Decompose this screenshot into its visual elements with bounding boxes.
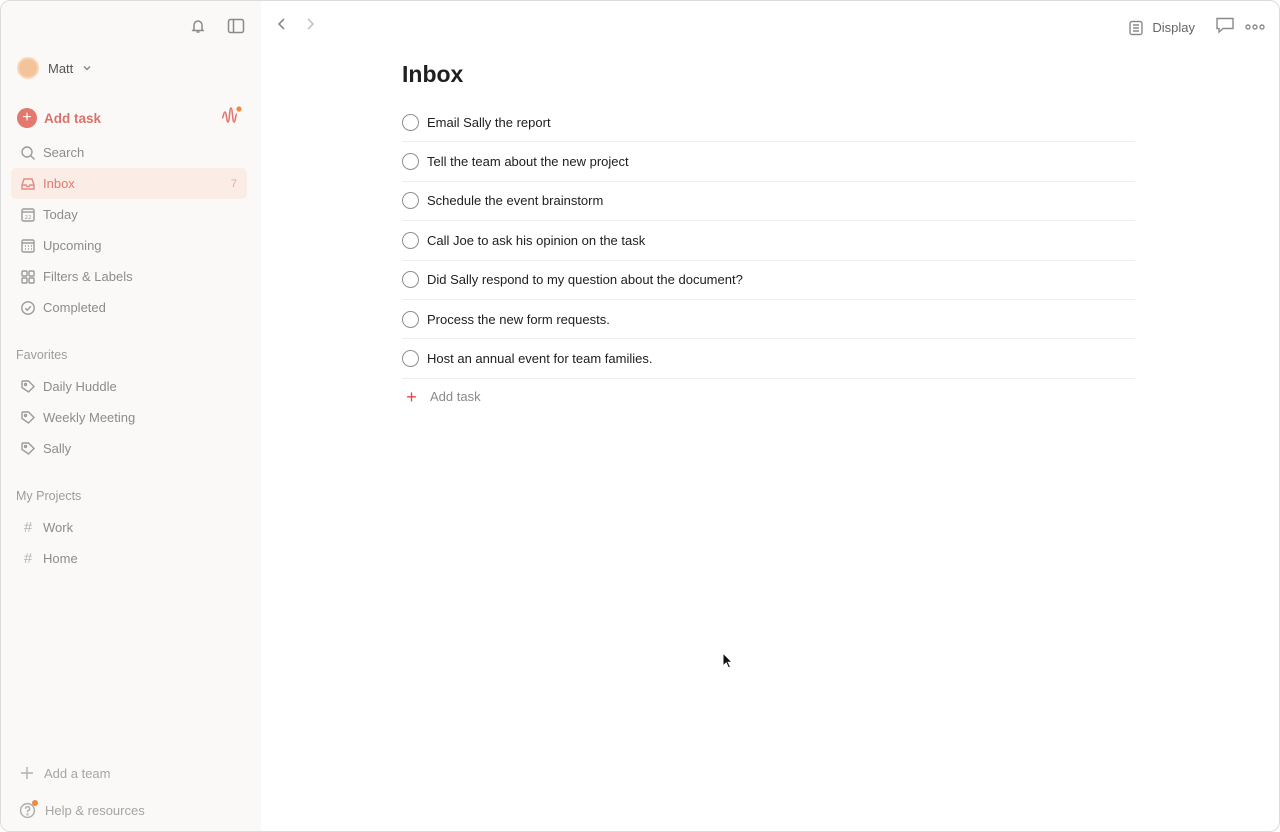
notification-dot xyxy=(32,800,38,806)
forward-arrow-icon[interactable] xyxy=(303,16,317,37)
task-item[interactable]: Host an annual event for team families. xyxy=(402,339,1135,379)
today-day-number: 22 xyxy=(25,215,32,221)
app-window: Matt + Add task Search Inbox 7 22 Today … xyxy=(0,0,1280,832)
favorite-item-weekly-meeting[interactable]: Weekly Meeting xyxy=(11,402,247,433)
task-title[interactable]: Tell the team about the new project xyxy=(427,154,629,169)
favorite-label: Sally xyxy=(43,441,72,456)
my-projects-title[interactable]: My Projects xyxy=(16,489,81,503)
task-checkbox[interactable] xyxy=(402,192,419,210)
sidebar-item-label: Search xyxy=(43,145,85,160)
task-item[interactable]: Did Sally respond to my question about t… xyxy=(402,261,1135,300)
favorite-item-sally[interactable]: Sally xyxy=(11,433,247,464)
sidebar-nav: Search Inbox 7 22 Today Upcoming Filters… xyxy=(11,137,247,323)
task-item[interactable]: Tell the team about the new project xyxy=(402,142,1135,182)
toggle-sidebar-icon[interactable] xyxy=(225,15,247,37)
tag-icon xyxy=(19,440,37,458)
favorites-title[interactable]: Favorites xyxy=(16,348,67,362)
task-item[interactable]: Email Sally the report xyxy=(402,103,1135,143)
hash-icon: # xyxy=(23,519,33,536)
task-checkbox[interactable] xyxy=(402,271,419,289)
favorites-list: Daily Huddle Weekly Meeting Sally xyxy=(11,371,247,464)
user-name: Matt xyxy=(48,60,74,76)
display-label: Display xyxy=(1152,20,1195,35)
task-list: Email Sally the report Tell the team abo… xyxy=(402,103,1135,415)
filters-icon xyxy=(19,268,37,286)
task-item[interactable]: Process the new form requests. xyxy=(402,300,1135,340)
mouse-cursor-icon xyxy=(722,652,734,669)
task-title[interactable]: Schedule the event brainstorm xyxy=(427,193,603,208)
projects-list: # Work # Home xyxy=(11,512,247,574)
comments-button[interactable] xyxy=(1215,16,1235,39)
back-arrow-icon[interactable] xyxy=(275,16,289,37)
add-team-button[interactable]: Add a team xyxy=(19,765,111,781)
activity-icon[interactable] xyxy=(219,105,243,129)
main-content: Display Inbox Email Sally the report Tel… xyxy=(261,1,1279,831)
sidebar-add-task-button[interactable]: + Add task xyxy=(17,105,245,131)
task-checkbox[interactable] xyxy=(402,310,419,328)
task-item[interactable]: Call Joe to ask his opinion on the task xyxy=(402,221,1135,261)
sidebar-item-label: Filters & Labels xyxy=(43,269,133,284)
task-title[interactable]: Email Sally the report xyxy=(427,115,551,130)
add-task-label: Add task xyxy=(430,389,481,405)
calendar-today-icon: 22 xyxy=(19,206,37,224)
help-label: Help & resources xyxy=(45,803,145,818)
task-checkbox[interactable] xyxy=(402,350,419,368)
calendar-grid-icon xyxy=(19,237,37,255)
inbox-icon xyxy=(19,175,37,193)
sidebar-item-filters-labels[interactable]: Filters & Labels xyxy=(11,261,247,292)
tag-icon xyxy=(19,378,37,396)
sidebar-item-label: Today xyxy=(43,207,78,222)
task-item[interactable]: Schedule the event brainstorm xyxy=(402,182,1135,222)
plus-icon xyxy=(21,767,33,779)
search-icon xyxy=(19,144,37,162)
display-icon xyxy=(1129,20,1144,35)
add-task-label: Add task xyxy=(44,110,102,126)
project-label: Home xyxy=(43,551,78,566)
task-title[interactable]: Did Sally respond to my question about t… xyxy=(427,272,743,287)
sidebar-item-label: Inbox xyxy=(43,176,75,191)
comment-icon xyxy=(1216,17,1234,34)
task-title[interactable]: Call Joe to ask his opinion on the task xyxy=(427,233,645,248)
history-nav xyxy=(275,16,317,37)
hash-icon: # xyxy=(23,550,33,567)
task-checkbox[interactable] xyxy=(402,231,419,249)
sidebar-item-search[interactable]: Search xyxy=(11,137,247,168)
display-button[interactable]: Display xyxy=(1128,20,1195,36)
favorite-label: Daily Huddle xyxy=(43,379,117,394)
task-title[interactable]: Host an annual event for team families. xyxy=(427,351,652,366)
project-item-work[interactable]: # Work xyxy=(11,512,247,543)
sidebar: Matt + Add task Search Inbox 7 22 Today … xyxy=(1,1,261,831)
notifications-bell-icon[interactable] xyxy=(187,15,209,37)
sidebar-item-upcoming[interactable]: Upcoming xyxy=(11,230,247,261)
more-options-button[interactable] xyxy=(1245,19,1265,37)
page-title: Inbox xyxy=(402,61,464,87)
sidebar-top-icons xyxy=(187,15,247,37)
favorite-item-daily-huddle[interactable]: Daily Huddle xyxy=(11,371,247,402)
add-circle-icon: + xyxy=(17,108,37,128)
more-horizontal-icon xyxy=(1245,23,1265,30)
sidebar-item-label: Upcoming xyxy=(43,238,102,253)
inline-add-task-button[interactable]: + Add task xyxy=(402,379,1135,415)
sidebar-item-inbox[interactable]: Inbox 7 xyxy=(11,168,247,199)
task-title[interactable]: Process the new form requests. xyxy=(427,312,610,327)
chevron-down-icon xyxy=(83,65,91,71)
add-team-label: Add a team xyxy=(44,765,111,781)
project-item-home[interactable]: # Home xyxy=(11,543,247,574)
tag-icon xyxy=(19,409,37,427)
task-checkbox[interactable] xyxy=(402,113,419,131)
avatar xyxy=(17,57,39,79)
inbox-count: 7 xyxy=(230,177,237,190)
sidebar-item-completed[interactable]: Completed xyxy=(11,292,247,323)
help-resources-button[interactable]: Help & resources xyxy=(19,800,145,819)
favorite-label: Weekly Meeting xyxy=(43,410,136,425)
sidebar-item-today[interactable]: 22 Today xyxy=(11,199,247,230)
project-label: Work xyxy=(43,520,74,535)
sidebar-item-label: Completed xyxy=(43,300,106,315)
check-circle-icon xyxy=(19,299,37,317)
view-toolbar: Display xyxy=(1128,16,1265,39)
task-checkbox[interactable] xyxy=(402,153,419,171)
plus-icon: + xyxy=(406,386,417,407)
user-menu[interactable]: Matt xyxy=(17,57,92,79)
